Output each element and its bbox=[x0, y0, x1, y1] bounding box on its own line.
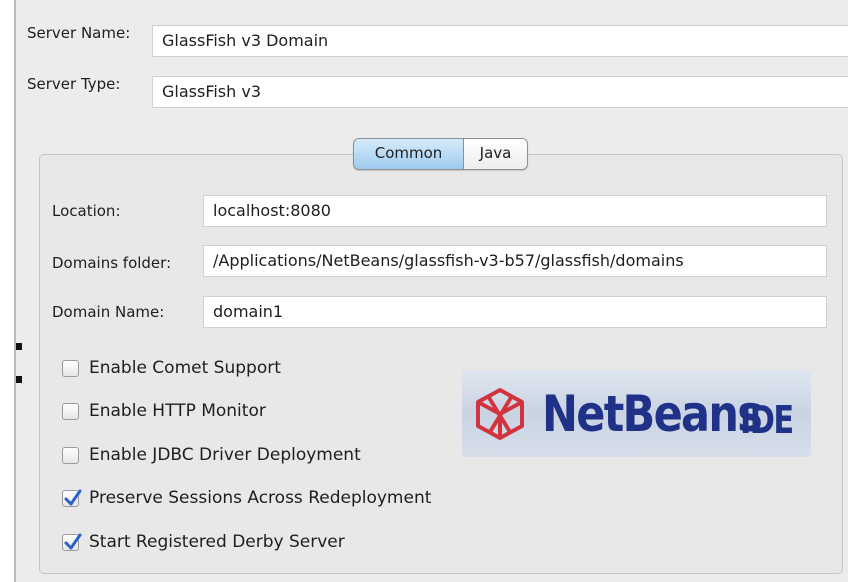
tab-java[interactable]: Java bbox=[464, 139, 527, 169]
server-type-field[interactable]: GlassFish v3 bbox=[152, 76, 848, 108]
tab-common[interactable]: Common bbox=[354, 139, 464, 169]
option-label: Enable JDBC Driver Deployment bbox=[89, 445, 361, 465]
checkbox[interactable] bbox=[62, 489, 82, 507]
checkmark-icon bbox=[64, 533, 82, 549]
domain-name-label: Domain Name: bbox=[52, 303, 165, 321]
option-enable-comet[interactable]: Enable Comet Support bbox=[62, 357, 281, 379]
checkbox[interactable] bbox=[62, 402, 79, 420]
checkbox[interactable] bbox=[62, 446, 79, 464]
domain-name-field[interactable]: domain1 bbox=[203, 296, 827, 328]
option-enable-jdbc-deployment[interactable]: Enable JDBC Driver Deployment bbox=[62, 444, 361, 466]
option-label: Enable HTTP Monitor bbox=[89, 401, 266, 421]
server-name-field[interactable]: GlassFish v3 Domain bbox=[152, 25, 848, 57]
netbeans-cube-icon bbox=[476, 388, 524, 440]
logo-wordmark: NetBeans bbox=[542, 385, 763, 443]
tab-bar: Common Java bbox=[353, 138, 528, 170]
location-field[interactable]: localhost:8080 bbox=[203, 195, 827, 227]
checkbox[interactable] bbox=[62, 359, 79, 377]
domains-folder-field[interactable]: /Applications/NetBeans/glassfish-v3-b57/… bbox=[203, 245, 827, 277]
option-label: Preserve Sessions Across Redeployment bbox=[89, 488, 432, 508]
logo-suffix: IDE bbox=[740, 398, 794, 442]
option-label: Start Registered Derby Server bbox=[89, 532, 345, 552]
option-preserve-sessions[interactable]: Preserve Sessions Across Redeployment bbox=[62, 487, 431, 509]
option-enable-http-monitor[interactable]: Enable HTTP Monitor bbox=[62, 400, 266, 422]
netbeans-logo: NetBeans IDE bbox=[462, 370, 811, 457]
location-label: Location: bbox=[52, 202, 121, 220]
resize-handle[interactable] bbox=[16, 343, 22, 350]
checkmark-icon bbox=[64, 489, 82, 505]
option-label: Enable Comet Support bbox=[89, 358, 281, 378]
domains-folder-label: Domains folder: bbox=[52, 254, 172, 272]
window-edge bbox=[0, 0, 14, 582]
server-type-label: Server Type: bbox=[27, 75, 121, 93]
server-name-label: Server Name: bbox=[27, 24, 131, 42]
option-start-derby[interactable]: Start Registered Derby Server bbox=[62, 531, 345, 553]
checkbox[interactable] bbox=[62, 533, 82, 551]
resize-handle[interactable] bbox=[16, 376, 22, 383]
